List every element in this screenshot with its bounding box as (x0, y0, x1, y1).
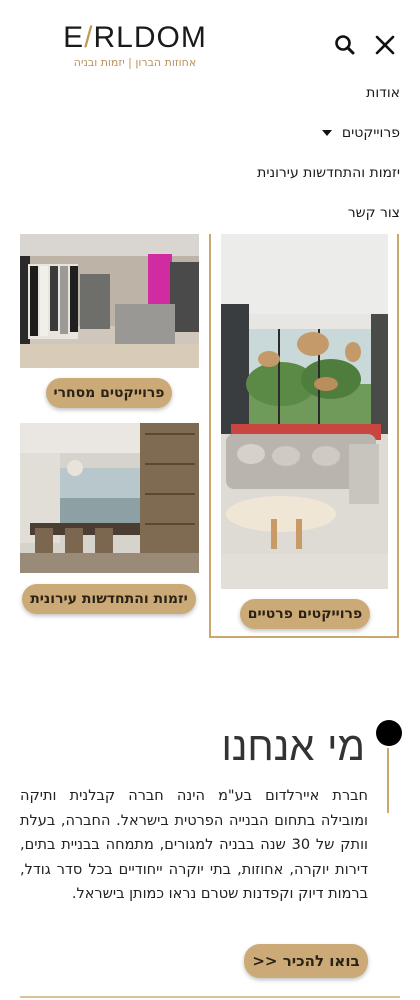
menu-item-urban-renewal[interactable]: יזמות והתחדשות עירונית (257, 160, 400, 200)
close-icon (375, 35, 395, 55)
commercial-projects-image[interactable] (20, 234, 199, 368)
section-divider (20, 996, 400, 998)
urban-renewal-image[interactable] (20, 423, 199, 573)
menu-item-label: יזמות והתחדשות עירונית (257, 165, 400, 181)
logo-subtitle: אחוזות הברון | יזמות ובניה (73, 56, 197, 69)
urban-renewal-button[interactable]: יזמות והתחדשות עירונית (22, 584, 196, 614)
search-icon (335, 35, 355, 55)
about-title: מי אנחנו (221, 724, 365, 770)
menu-item-label: אודות (366, 85, 400, 101)
menu-item-projects[interactable]: פרוייקטים (321, 120, 400, 160)
commercial-projects-button[interactable]: פרוייקטים מסחרי (46, 378, 172, 408)
private-projects-image[interactable] (221, 234, 388, 589)
menu-item-about[interactable]: אודות (366, 80, 400, 120)
chevron-down-icon[interactable] (321, 130, 332, 136)
private-projects-button[interactable]: פרוייקטים פרטיים (240, 599, 370, 629)
learn-more-button[interactable]: בואו להכיר << (244, 944, 368, 978)
menu-item-label: צור קשר (347, 205, 400, 221)
search-button[interactable] (328, 28, 362, 62)
logo-wordmark: E/RLDOM (63, 21, 207, 54)
about-paragraph: חברת איירלדום בע"מ הינה חברה קבלנית ותיק… (20, 788, 368, 902)
logo[interactable]: E/RLDOM אחוזות הברון | יזמות ובניה (60, 21, 210, 70)
close-menu-button[interactable] (368, 28, 402, 62)
menu-item-label: פרוייקטים (341, 125, 400, 141)
section-dot-marker (376, 720, 402, 746)
section-accent-line (387, 748, 389, 813)
